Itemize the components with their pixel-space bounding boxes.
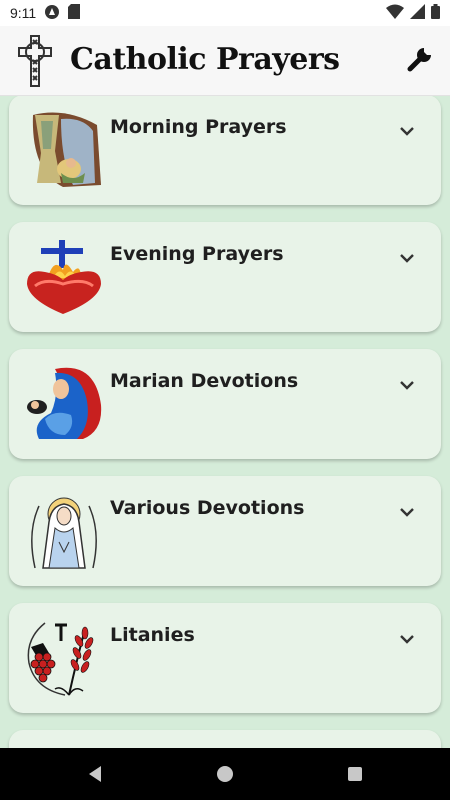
card-evening-prayers[interactable]: Evening Prayers: [9, 222, 441, 332]
card-title: Evening Prayers: [110, 243, 284, 265]
chevron-down-icon[interactable]: [397, 375, 417, 395]
app-bar: Catholic Prayers: [0, 26, 450, 96]
status-time: 9:11: [10, 5, 37, 21]
card-title: Morning Prayers: [110, 116, 287, 138]
card-partial[interactable]: [9, 730, 441, 748]
recents-icon[interactable]: [345, 764, 365, 784]
signal-icon: [410, 4, 425, 22]
app-title: Catholic Prayers: [70, 42, 340, 77]
chevron-down-icon[interactable]: [397, 248, 417, 268]
settings-button[interactable]: [402, 43, 438, 79]
back-icon[interactable]: [85, 764, 105, 784]
card-various-devotions[interactable]: Various Devotions: [9, 476, 441, 586]
card-title: Litanies: [110, 624, 195, 646]
app-notification-icon: [44, 4, 60, 23]
card-title: Marian Devotions: [110, 370, 299, 392]
chevron-down-icon[interactable]: [397, 502, 417, 522]
virgin-mary-halo-icon: [25, 492, 103, 570]
battery-icon: [431, 4, 440, 22]
chevron-down-icon[interactable]: [397, 629, 417, 649]
category-list[interactable]: Morning Prayers Evening Prayers Marian D…: [0, 96, 450, 748]
status-bar: 9:11: [0, 0, 450, 26]
sd-card-icon: [68, 4, 81, 22]
sacred-heart-icon: [25, 238, 103, 316]
wifi-icon: [386, 4, 404, 22]
madonna-icon: [25, 365, 103, 443]
card-litanies[interactable]: Litanies: [9, 603, 441, 713]
system-nav-bar: [0, 748, 450, 800]
home-icon[interactable]: [215, 764, 235, 784]
card-title: Various Devotions: [110, 497, 305, 519]
card-marian-devotions[interactable]: Marian Devotions: [9, 349, 441, 459]
card-morning-prayers[interactable]: Morning Prayers: [9, 96, 441, 205]
celtic-cross-icon: [16, 34, 54, 88]
grapes-wheat-icon: [25, 619, 103, 697]
chevron-down-icon[interactable]: [397, 121, 417, 141]
wrench-icon: [407, 46, 433, 76]
nativity-icon: [25, 111, 103, 189]
